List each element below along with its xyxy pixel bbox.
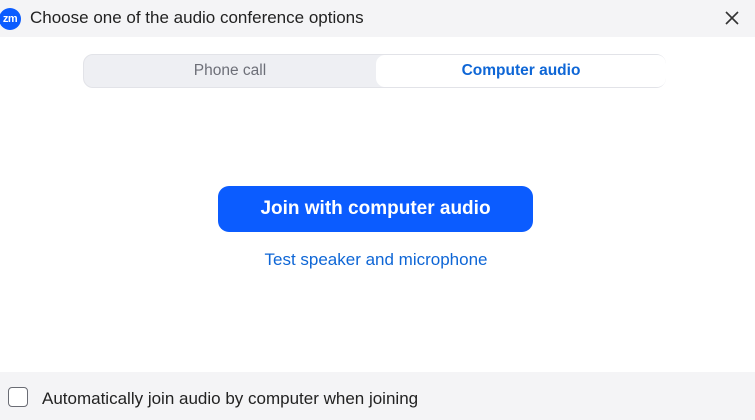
footer-bar: Automatically join audio by computer whe…: [0, 372, 755, 420]
auto-join-checkbox[interactable]: [8, 387, 28, 407]
dialog-title: Choose one of the audio conference optio…: [30, 8, 364, 27]
tab-phone-call[interactable]: Phone call: [84, 55, 376, 87]
test-speaker-microphone-link[interactable]: Test speaker and microphone: [0, 250, 752, 270]
zoom-logo-icon: zm: [0, 8, 21, 30]
join-computer-audio-button[interactable]: Join with computer audio: [218, 186, 533, 232]
close-icon: [725, 11, 739, 25]
close-button[interactable]: [718, 4, 746, 32]
auto-join-label[interactable]: Automatically join audio by computer whe…: [42, 389, 418, 409]
title-bar: zm Choose one of the audio conference op…: [0, 0, 755, 37]
audio-option-tabs: Phone call Computer audio: [83, 54, 666, 88]
tab-computer-audio[interactable]: Computer audio: [376, 55, 666, 87]
